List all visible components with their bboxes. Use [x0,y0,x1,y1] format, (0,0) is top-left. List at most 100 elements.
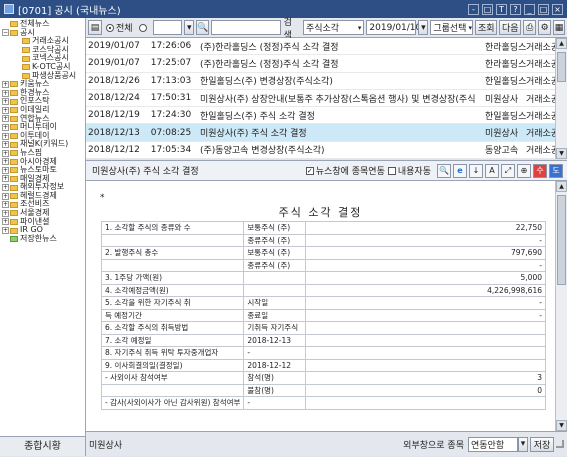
tree-item[interactable]: 저장한뉴스 [2,234,85,244]
close-icon[interactable]: × [552,3,563,15]
expand-icon[interactable]: ⤢ [501,163,515,178]
panel-toggle-button[interactable]: ▤ [88,20,102,35]
news-row[interactable]: 2018/12/13 07:08:25 미원상사(주) 주식 소각 결정 미원상사 거래… [86,124,555,142]
next-button[interactable]: 다음 [499,20,522,35]
news-row[interactable]: 2018/12/26 17:13:03 한일홀딩스(주) 변경상장(주식소각) 한일홀… [86,73,555,90]
search-icon[interactable]: 🔍 [437,163,451,178]
radio-all[interactable]: 전체 [104,20,135,35]
tree-expander-icon[interactable]: + [2,201,9,209]
zoom-icon[interactable]: ⊕ [517,163,531,178]
sell-button[interactable]: 도 [549,163,563,178]
folder-icon [10,115,18,122]
chevron-down-icon: ▾ [357,23,362,32]
restore-extra-icon[interactable]: □ [482,3,493,15]
stock-search-button[interactable]: 🔍 [196,20,210,35]
folder-icon [10,227,18,234]
tree-expander-icon[interactable]: + [2,80,9,88]
calendar-button[interactable]: ▾ [418,20,429,35]
tree-expander-icon[interactable]: + [2,141,9,149]
link-mode-select[interactable]: 연동안함 [468,436,518,452]
minimize-extra-icon[interactable]: - [468,3,479,15]
tree-expander-icon[interactable]: + [2,175,9,183]
tree-expander-icon[interactable]: + [2,98,9,106]
news-date: 2018/12/13 [88,127,140,138]
folder-icon [10,98,18,105]
font-size-icon[interactable]: A [485,163,499,178]
date-input[interactable]: 2019/01/10 [366,20,421,35]
buy-button[interactable]: 수 [533,163,547,178]
tree-expander-icon[interactable]: + [2,149,9,157]
disclosure-item [100,258,245,272]
news-title: (주)한라홀딩스 (정정)주식 소각 결정 [200,59,339,70]
market-overview-button[interactable]: 종합시황 [0,436,86,456]
stock-code-input[interactable] [152,20,183,35]
tree-expander-icon[interactable]: + [2,106,9,114]
document-title: 미원상사(주) 주식 소각 결정 [92,167,199,177]
news-row[interactable]: 2019/01/07 17:26:06 (주)한라홀딩스 (정정)주식 소각 결정 한… [86,38,555,56]
tree-expander-icon[interactable]: + [2,227,9,235]
tree-expander-icon[interactable]: − [2,29,9,37]
resize-grip-icon[interactable] [556,440,564,448]
news-company: 한일홀딩스 [485,111,526,122]
tree-item[interactable]: + 파이낸셜 [2,217,85,227]
scroll-up-arrow[interactable]: ▲ [556,181,567,192]
tree-item[interactable]: + 채널K(키워드) [2,140,85,149]
news-source: 거래소공 [526,129,555,140]
maximize-icon[interactable]: □ [538,3,549,15]
settings-icon[interactable]: ⚙ [538,20,552,35]
news-category-tree: 전체뉴스 − 공시 거래소공시 코스닥공시 코넥스공시 K-OTC공시 파생상품공시 + 키움뉴스… [0,18,86,436]
news-source: 거래소공 [526,77,555,88]
group-select[interactable]: 그룹선택 ▾ [430,20,474,35]
stock-dropdown-button[interactable]: ▾ [184,20,195,35]
save-button[interactable]: 저장 [530,436,554,452]
link-mode-dropdown[interactable]: ▾ [518,436,528,452]
disclosure-subitem: 보통주식 (주) [243,246,307,260]
tree-expander-icon[interactable]: + [2,166,9,174]
news-row[interactable]: 2019/01/07 17:25:07 (주)한라홀딩스 (정정)주식 소각 결정 한… [86,55,555,73]
tree-expander-icon[interactable]: + [2,115,9,123]
scroll-thumb[interactable] [557,195,566,285]
scroll-down-arrow[interactable]: ▼ [556,148,567,159]
document-scrollbar[interactable]: ▲ ▼ [555,181,567,431]
link-news-checkbox[interactable]: ✓ [305,166,314,175]
tree-expander-icon[interactable]: + [2,132,9,140]
tree-expander-icon[interactable]: + [2,123,9,131]
disclosure-value: 5,000 [305,271,546,285]
next-arrow-icon[interactable]: ↓ [469,163,483,178]
disclosure-row: 1. 소각할 주식의 종류와 수 보통주식 (주) 22,750 [100,221,546,235]
news-source: 거래소공 [526,94,555,105]
content-auto-checkbox[interactable] [387,166,396,175]
radio-stock[interactable] [137,20,151,35]
tree-item[interactable]: 전체뉴스 [2,19,85,29]
grid-icon[interactable]: ▦ [553,20,565,35]
query-button[interactable]: 조회 [475,20,498,35]
help-icon[interactable]: ? [510,3,521,15]
search-keyword-select[interactable]: 주식소각 ▾ [302,20,365,35]
minimize-icon[interactable]: _ [524,3,535,15]
news-row[interactable]: 2018/12/24 17:50:31 미원상사(주) 상장안내(보통주 추가상장(… [86,90,555,108]
tree-expander-icon[interactable]: + [2,89,9,97]
scroll-up-arrow[interactable]: ▲ [556,38,567,49]
news-row[interactable]: 2018/12/12 17:05:34 (주)동양고속 변경상장(주식소각) 동양고속… [86,142,555,159]
news-row[interactable]: 2018/12/19 17:24:30 한일홀딩스(주) 주식 소각 결정 한일홀딩스… [86,107,555,125]
tree-expander-icon[interactable]: + [2,184,9,192]
browser-icon[interactable]: e [453,163,467,178]
folder-icon [10,124,18,131]
news-list-scrollbar[interactable]: ▲ ▼ [555,38,567,159]
keyword-input[interactable] [211,20,281,35]
disclosure-subitem: 시작일 [243,296,307,310]
disclosure-item: 4. 소각예정금액(원) [100,283,245,297]
disclosure-row: 8. 자기주식 취득 위탁 투자중개업자 - [100,346,546,360]
tree-expander-icon[interactable]: + [2,158,9,166]
scroll-thumb[interactable] [557,52,566,82]
font-icon[interactable]: T [496,3,507,15]
tree-expander-icon[interactable]: + [2,218,9,226]
disclosure-subitem: 종류주식 (주) [243,258,307,272]
disclosure-value: 0 [305,383,546,397]
tree-expander-icon[interactable]: + [2,209,9,217]
disclosure-row: - 감사(사외이사가 아닌 감사위원) 참석여부 - [100,396,546,410]
tree-expander-icon[interactable]: + [2,192,9,200]
print-icon[interactable]: ⎙ [523,20,537,35]
disclosure-subitem: 2018-12-13 [243,333,307,347]
scroll-down-arrow[interactable]: ▼ [556,420,567,431]
